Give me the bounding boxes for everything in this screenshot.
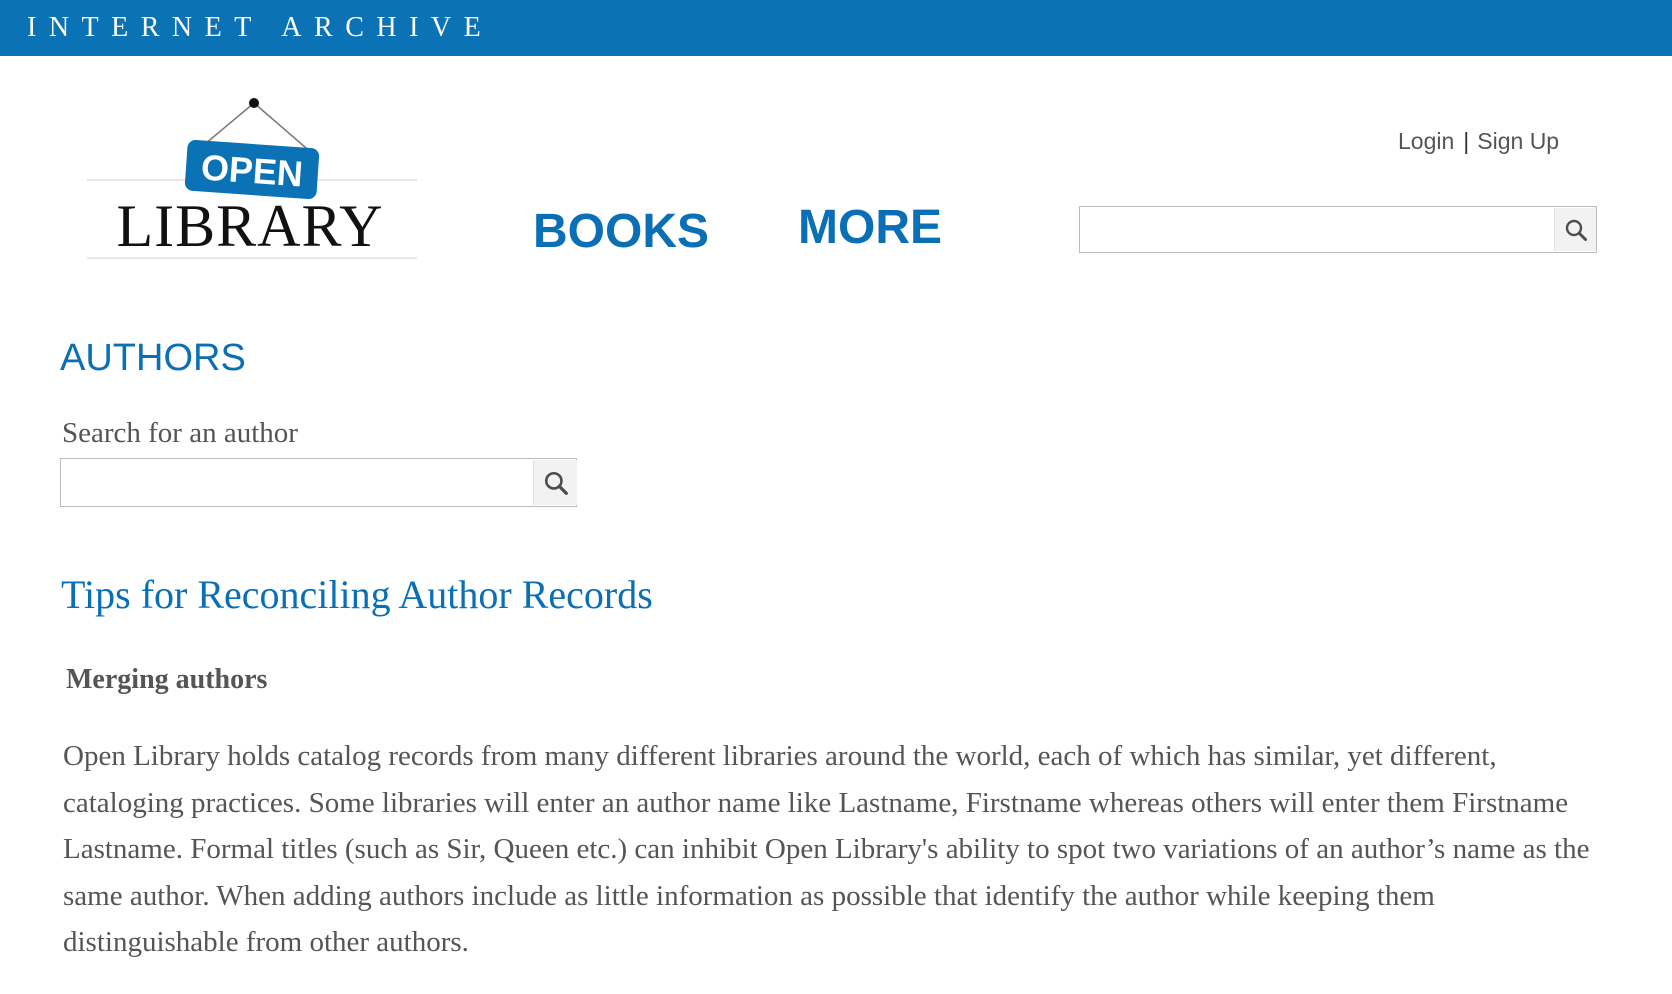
search-icon	[1565, 219, 1587, 241]
page-title: AUTHORS	[60, 337, 246, 379]
login-link[interactable]: Login	[1398, 128, 1454, 154]
header-search-button[interactable]	[1554, 208, 1596, 251]
library-wordmark: LIBRARY	[116, 193, 383, 259]
header-search-input[interactable]	[1080, 207, 1552, 252]
tips-heading: Tips for Reconciling Author Records	[61, 572, 653, 617]
auth-separator: |	[1463, 128, 1470, 154]
signup-link[interactable]: Sign Up	[1477, 128, 1559, 154]
internet-archive-title[interactable]: INTERNET ARCHIVE	[27, 12, 493, 44]
merging-authors-paragraph: Open Library holds catalog records from …	[63, 740, 1590, 958]
author-search-label: Search for an author	[62, 417, 298, 449]
nav-more-link[interactable]: MORE	[798, 202, 942, 254]
search-icon	[544, 471, 568, 495]
nav-books-link[interactable]: BOOKS	[533, 206, 709, 258]
header-search-box	[1079, 206, 1597, 253]
open-library-logo-image: OPEN LIBRARY	[87, 98, 417, 259]
open-sign-text: OPEN	[200, 146, 305, 194]
open-sign: OPEN	[184, 139, 320, 200]
author-search-box	[60, 458, 577, 507]
open-library-logo[interactable]: OPEN LIBRARY	[87, 92, 417, 262]
author-search-button[interactable]	[533, 460, 577, 505]
internet-archive-bar: INTERNET ARCHIVE	[0, 0, 1672, 56]
author-search-input[interactable]	[61, 459, 531, 506]
auth-links: Login | Sign Up	[1398, 127, 1559, 155]
merging-authors-heading: Merging authors	[66, 664, 268, 695]
